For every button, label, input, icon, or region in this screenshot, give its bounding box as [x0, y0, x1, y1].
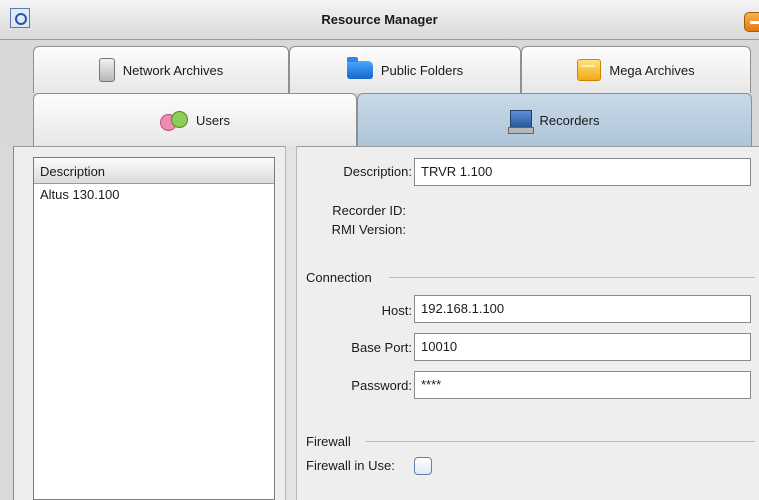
- tab-mega-archives[interactable]: Mega Archives: [521, 46, 751, 93]
- firewall-section-title: Firewall: [306, 434, 351, 449]
- base-port-input[interactable]: 10010: [414, 333, 751, 361]
- tab-label: Network Archives: [122, 62, 224, 78]
- base-port-label: Base Port:: [351, 340, 412, 355]
- folder-icon: [346, 57, 373, 79]
- tab-network-archives[interactable]: Network Archives: [33, 46, 289, 93]
- network-archive-icon: [98, 58, 115, 82]
- title-bar: Resource Manager: [0, 0, 759, 40]
- password-label: Password:: [351, 378, 412, 393]
- tab-public-folders[interactable]: Public Folders: [289, 46, 521, 93]
- recorder-list[interactable]: [33, 157, 275, 500]
- tab-recorders[interactable]: Recorders: [357, 93, 752, 146]
- recorder-icon: [507, 110, 534, 134]
- description-label: Description:: [343, 164, 412, 179]
- left-edge: [0, 146, 14, 500]
- firewall-in-use-label: Firewall in Use:: [306, 458, 395, 473]
- window-title: Resource Manager: [321, 12, 438, 27]
- description-input[interactable]: TRVR 1.100: [414, 158, 751, 186]
- tab-label: Users: [196, 112, 230, 128]
- recorder-id-label: Recorder ID:: [332, 203, 406, 218]
- connection-section-title: Connection: [306, 270, 372, 285]
- users-icon: [160, 110, 189, 131]
- firewall-in-use-checkbox[interactable]: [414, 457, 432, 475]
- host-label: Host:: [381, 303, 412, 318]
- host-input[interactable]: 192.168.1.100: [414, 295, 751, 323]
- split-pane-divider[interactable]: [285, 146, 297, 500]
- tab-label: Public Folders: [380, 62, 464, 78]
- tab-users[interactable]: Users: [33, 93, 357, 146]
- rmi-version-label: RMI Version:: [331, 222, 406, 237]
- list-column-header[interactable]: Description: [34, 158, 274, 184]
- firewall-divider: [366, 441, 755, 442]
- minimize-button[interactable]: [744, 12, 759, 32]
- password-input[interactable]: ****: [414, 371, 751, 399]
- connection-divider: [389, 277, 755, 278]
- tab-label: Mega Archives: [609, 62, 695, 78]
- list-item[interactable]: Altus 130.100: [40, 187, 120, 202]
- mega-archive-icon: [577, 59, 602, 81]
- tab-label: Recorders: [539, 112, 600, 128]
